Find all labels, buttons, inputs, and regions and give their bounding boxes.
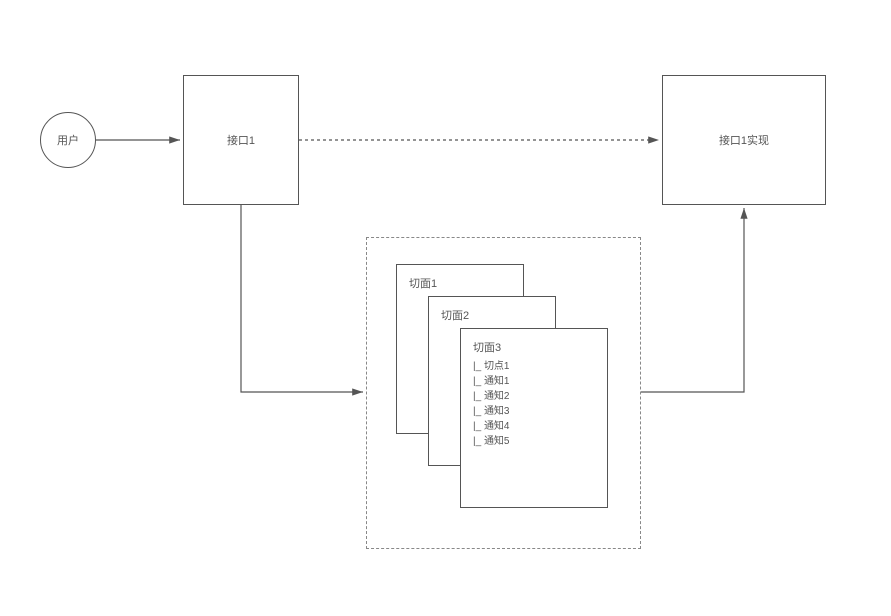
aspect2-label: 切面2	[441, 307, 543, 323]
aspect3-items: 切点1 通知1 通知2 通知3 通知4 通知5	[473, 359, 595, 449]
interface1impl-node: 接口1实现	[662, 75, 826, 205]
arrow-interface1-to-aspects	[241, 205, 363, 392]
aspect3-item: 通知1	[473, 374, 595, 389]
aspect3-label: 切面3	[473, 339, 595, 355]
user-label: 用户	[57, 132, 79, 148]
interface1impl-label: 接口1实现	[719, 132, 769, 148]
aspect3-item: 通知3	[473, 404, 595, 419]
aspect3-item: 切点1	[473, 359, 595, 374]
aspect3-item: 通知2	[473, 389, 595, 404]
aspect1-label: 切面1	[409, 275, 511, 291]
interface1-label: 接口1	[227, 132, 255, 148]
aspect3-card: 切面3 切点1 通知1 通知2 通知3 通知4 通知5	[460, 328, 608, 508]
user-node: 用户	[40, 112, 96, 168]
arrow-aspects-to-impl	[641, 208, 744, 392]
aspect3-item: 通知5	[473, 434, 595, 449]
interface1-node: 接口1	[183, 75, 299, 205]
aspect3-item: 通知4	[473, 419, 595, 434]
